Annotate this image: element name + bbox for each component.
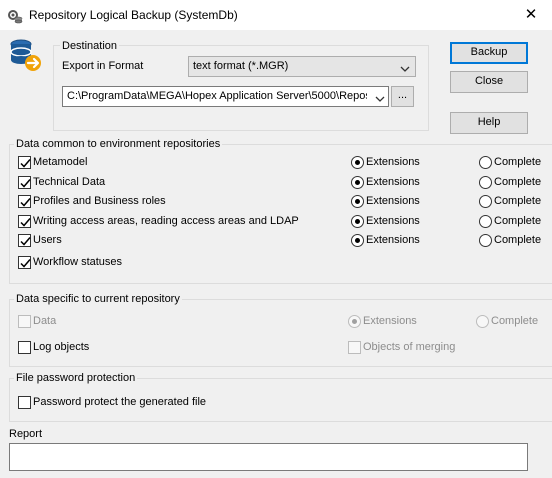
common-row-label: Profiles and Business roles <box>33 195 166 207</box>
common-row-checkbox[interactable] <box>18 156 31 169</box>
browse-button[interactable]: ... <box>391 86 414 107</box>
extensions-radio[interactable] <box>351 195 364 208</box>
common-row-label: Writing access areas, reading access are… <box>33 215 299 227</box>
complete-radio[interactable] <box>479 156 492 169</box>
extensions-radio-label: Extensions <box>366 195 420 207</box>
export-format-label: Export in Format <box>62 60 144 72</box>
specific-data-group-label: Data specific to current repository <box>14 293 182 305</box>
extensions-radio-label: Extensions <box>366 156 420 168</box>
backup-button[interactable]: Backup <box>450 42 528 64</box>
extensions-radio[interactable] <box>351 176 364 189</box>
report-textbox[interactable] <box>9 443 528 471</box>
data-extensions-radio[interactable] <box>348 315 361 328</box>
gear-database-icon <box>7 8 23 24</box>
close-window-button[interactable]: ✕ <box>516 4 546 26</box>
common-row-label: Metamodel <box>33 156 88 168</box>
common-row-label: Users <box>33 234 62 246</box>
workflow-statuses-checkbox[interactable] <box>18 256 31 269</box>
extensions-radio-label: Extensions <box>366 215 420 227</box>
password-protect-checkbox[interactable] <box>18 396 31 409</box>
common-row-checkbox[interactable] <box>18 215 31 228</box>
complete-radio[interactable] <box>479 176 492 189</box>
complete-radio-label: Complete <box>494 215 542 227</box>
extensions-radio[interactable] <box>351 215 364 228</box>
window-title: Repository Logical Backup (SystemDb) <box>29 8 238 22</box>
common-row-checkbox[interactable] <box>18 195 31 208</box>
database-export-icon <box>9 38 43 74</box>
complete-radio-label: Complete <box>494 176 542 188</box>
destination-path-value: C:\ProgramData\MEGA\Hopex Application Se… <box>67 90 367 102</box>
help-button[interactable]: Help <box>450 112 528 134</box>
report-label: Report <box>9 428 43 440</box>
extensions-radio[interactable] <box>351 156 364 169</box>
workflow-statuses-label: Workflow statuses <box>33 256 123 268</box>
password-group-label: File password protection <box>14 372 138 384</box>
complete-radio[interactable] <box>479 195 492 208</box>
common-row-checkbox[interactable] <box>18 176 31 189</box>
data-extensions-label: Extensions <box>363 315 417 327</box>
password-protect-label: Password protect the generated file <box>33 396 207 408</box>
data-label: Data <box>33 315 57 327</box>
complete-radio-label: Complete <box>494 234 542 246</box>
destination-path-select[interactable]: C:\ProgramData\MEGA\Hopex Application Se… <box>62 86 389 107</box>
objects-merging-label: Objects of merging <box>363 341 456 353</box>
checkmark-icon <box>20 159 31 168</box>
data-complete-radio[interactable] <box>476 315 489 328</box>
objects-merging-checkbox[interactable] <box>348 341 361 354</box>
title-bar[interactable]: Repository Logical Backup (SystemDb) ✕ <box>0 0 552 30</box>
checkmark-icon <box>20 218 31 227</box>
chevron-down-icon <box>400 62 410 72</box>
format-select[interactable]: text format (*.MGR) <box>188 56 416 77</box>
data-complete-label: Complete <box>491 315 539 327</box>
data-checkbox[interactable] <box>18 315 31 328</box>
format-select-value: text format (*.MGR) <box>193 60 289 72</box>
extensions-radio-label: Extensions <box>366 234 420 246</box>
log-objects-label: Log objects <box>33 341 90 353</box>
checkmark-icon <box>20 259 31 268</box>
checkmark-icon <box>20 198 31 207</box>
complete-radio-label: Complete <box>494 156 542 168</box>
complete-radio-label: Complete <box>494 195 542 207</box>
destination-group-label: Destination <box>60 40 120 52</box>
common-row-label: Technical Data <box>33 176 106 188</box>
log-objects-checkbox[interactable] <box>18 341 31 354</box>
complete-radio[interactable] <box>479 234 492 247</box>
common-row-checkbox[interactable] <box>18 234 31 247</box>
checkmark-icon <box>20 237 31 246</box>
common-data-group-label: Data common to environment repositories <box>14 138 223 150</box>
extensions-radio[interactable] <box>351 234 364 247</box>
close-button[interactable]: Close <box>450 71 528 93</box>
checkmark-icon <box>20 179 31 188</box>
specific-data-group <box>9 299 552 367</box>
complete-radio[interactable] <box>479 215 492 228</box>
chevron-down-icon <box>375 92 385 102</box>
extensions-radio-label: Extensions <box>366 176 420 188</box>
